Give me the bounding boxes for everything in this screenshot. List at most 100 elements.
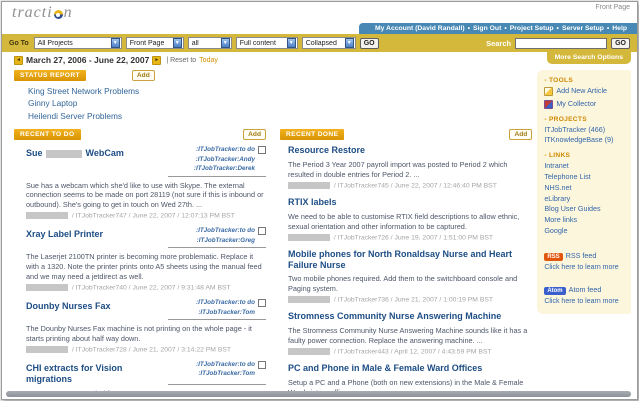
project-select[interactable]: All Projects▼ xyxy=(34,37,122,49)
collapse-select-value: Collapsed xyxy=(303,40,345,47)
sidebar-tool-my-collector[interactable]: My Collector xyxy=(544,99,626,110)
chevron-down-icon[interactable]: ▼ xyxy=(287,38,296,48)
done-item-meta-text: / ITJobTracker443 / April 12, 2007 / 4:4… xyxy=(332,348,492,355)
nav-link-server-setup[interactable]: Server Setup xyxy=(562,25,604,32)
status-report-section: STATUS REPORT Add King Street Network Pr… xyxy=(14,70,532,122)
tag-link[interactable]: :ITJobTracker:to do xyxy=(194,145,255,154)
rss-feed-learn-more-link[interactable]: Click here to learn more xyxy=(544,264,626,271)
atom-feed-row: Atom Atom feed Click here to learn more xyxy=(544,279,626,305)
recent-done-add-button[interactable]: Add xyxy=(509,129,532,140)
sidebar-project-link[interactable]: ITKnowledgeBase (9) xyxy=(544,135,626,146)
collapse-select[interactable]: Collapsed▼ xyxy=(302,37,356,49)
todo-checkbox[interactable] xyxy=(258,299,266,307)
redacted-text xyxy=(46,150,82,158)
status-report-link[interactable]: King Street Network Problems xyxy=(28,85,532,97)
prev-date-icon[interactable]: ◄ xyxy=(14,56,23,65)
redacted-author xyxy=(288,296,330,303)
status-report-link[interactable]: Ginny Laptop xyxy=(28,97,532,109)
recent-todo-add-button[interactable]: Add xyxy=(243,129,266,140)
atom-feed-link[interactable]: Atom feed xyxy=(569,285,602,294)
done-item-title[interactable]: Mobile phones for North Ronaldsay Nurse … xyxy=(288,249,532,271)
text-segment: Sue xyxy=(26,148,45,158)
todo-item-head: Dounby Nurses Fax :ITJobTracker:to do:IT… xyxy=(26,298,266,320)
todo-item-meta: / ITJobTracker728 / June 21, 2007 / 3:14… xyxy=(26,346,266,353)
more-search-options-button[interactable]: More Search Options xyxy=(547,52,631,64)
nav-link-my-account-david-randall-[interactable]: My Account (David Randall) xyxy=(375,25,465,32)
sidebar-tool-add-new-article[interactable]: Add New Article xyxy=(544,86,626,97)
nav-link-help[interactable]: Help xyxy=(612,25,627,32)
done-item-title[interactable]: RTIX labels xyxy=(288,197,532,208)
right-sidebar: TOOLS Add New ArticleMy Collector PROJEC… xyxy=(537,70,631,400)
todo-checkbox[interactable] xyxy=(258,227,266,235)
atom-feed-badge[interactable]: Atom xyxy=(544,287,565,295)
todo-item-title[interactable]: Sue WebCam xyxy=(26,145,124,176)
account-nav: My Account (David Randall)•Sign Out•Proj… xyxy=(359,23,637,34)
status-report-add-button[interactable]: Add xyxy=(132,70,155,81)
done-item-title[interactable]: Stromness Community Nurse Answering Mach… xyxy=(288,311,532,322)
tag-link[interactable]: :ITJobTracker:Andy xyxy=(194,155,255,164)
tag-links: :ITJobTracker:to do:ITJobTracker:Andy:IT… xyxy=(194,145,255,173)
chevron-down-icon[interactable]: ▼ xyxy=(221,38,230,48)
chevron-down-icon[interactable]: ▼ xyxy=(345,38,354,48)
go-button[interactable]: GO xyxy=(360,38,379,49)
sidebar-link[interactable]: Blog User Guides xyxy=(544,204,626,215)
sidebar-link[interactable]: Google xyxy=(544,226,626,237)
done-item-meta-text: / ITJobTracker726 / June 19, 2007 / 1:51… xyxy=(332,234,493,241)
sidebar-projects-header: PROJECTS xyxy=(544,116,626,123)
status-report-header: STATUS REPORT Add xyxy=(14,70,532,81)
tag-link[interactable]: :ITJobTracker:Tom xyxy=(196,369,255,378)
status-report-link[interactable]: Heilendi Server Problems xyxy=(28,110,532,122)
next-date-icon[interactable]: ► xyxy=(152,56,161,65)
content-columns: STATUS REPORT Add King Street Network Pr… xyxy=(14,70,532,400)
rss-feed-link[interactable]: RSS feed xyxy=(566,251,597,260)
rss-feed-badge[interactable]: RSS xyxy=(544,253,562,261)
logo-text-post: n xyxy=(64,4,73,22)
sidebar-link[interactable]: eLibrary xyxy=(544,194,626,205)
browser-window: tractin Front Page My Account (David Ran… xyxy=(1,1,638,400)
todo-item-title[interactable]: Xray Label Printer xyxy=(26,226,103,248)
search-go-button[interactable]: GO xyxy=(611,38,630,49)
tag-link[interactable]: :ITJobTracker:Derek xyxy=(194,164,255,173)
tag-link[interactable]: :ITJobTracker:to do xyxy=(196,298,255,307)
done-item-title[interactable]: Resource Restore xyxy=(288,145,532,156)
tag-link[interactable]: :ITJobTracker:Greg xyxy=(196,236,255,245)
todo-item-body: Sue has a webcam which she'd like to use… xyxy=(26,181,266,211)
content-select[interactable]: Full content▼ xyxy=(236,37,298,49)
nav-separator: • xyxy=(557,25,559,32)
sidebar-project-link[interactable]: ITJobTracker (466) xyxy=(544,125,626,136)
nav-link-sign-out[interactable]: Sign Out xyxy=(473,25,501,32)
todo-item-meta-text: / ITJobTracker728 / June 21, 2007 / 3:14… xyxy=(70,346,231,353)
text-segment: WebCam xyxy=(83,148,124,158)
sidebar-link[interactable]: Telephone List xyxy=(544,172,626,183)
sidebar-link[interactable]: NHS.net xyxy=(544,183,626,194)
today-link[interactable]: Today xyxy=(199,57,218,64)
text-segment: Sue has a webcam which she'd like to use… xyxy=(26,181,264,210)
todo-item-title[interactable]: CHI extracts for Vision migrations xyxy=(26,360,168,385)
nav-separator: • xyxy=(607,25,609,32)
todo-item-head: Sue WebCam :ITJobTracker:to do:ITJobTrac… xyxy=(26,145,266,176)
tag-link[interactable]: :ITJobTracker:to do xyxy=(196,226,255,235)
todo-item-title[interactable]: Dounby Nurses Fax xyxy=(26,298,111,320)
sidebar-link[interactable]: More links xyxy=(544,215,626,226)
search-label: Search xyxy=(486,39,511,48)
sidebar-panel: TOOLS Add New ArticleMy Collector PROJEC… xyxy=(537,70,631,314)
chevron-down-icon[interactable]: ▼ xyxy=(111,38,120,48)
sidebar-link[interactable]: Intranet xyxy=(544,161,626,172)
atom-feed-learn-more-link[interactable]: Click here to learn more xyxy=(544,298,626,305)
view-select[interactable]: Front Page▼ xyxy=(126,37,184,49)
tag-link[interactable]: :ITJobTracker:Tom xyxy=(196,308,255,317)
main-toolbar: Go To All Projects▼Front Page▼all▼Full c… xyxy=(2,34,637,52)
recent-done-list: Resource Restore The Period 3 Year 2007 … xyxy=(280,145,532,400)
todo-item-meta-text: / ITJobTracker747 / June 22, 2007 / 12:0… xyxy=(70,212,235,219)
todo-checkbox[interactable] xyxy=(258,146,266,154)
new-article-icon xyxy=(544,87,553,96)
scope-select[interactable]: all▼ xyxy=(188,37,232,49)
done-item-title[interactable]: PC and Phone in Male & Female Ward Offic… xyxy=(288,363,532,374)
traction-logo[interactable]: tractin xyxy=(12,4,73,22)
tag-link[interactable]: :ITJobTracker:to do xyxy=(196,360,255,369)
done-item-meta: / ITJobTracker736 / June 21, 2007 / 1:00… xyxy=(288,296,532,303)
nav-link-project-setup[interactable]: Project Setup xyxy=(510,25,554,32)
chevron-down-icon[interactable]: ▼ xyxy=(173,38,182,48)
search-input[interactable] xyxy=(515,38,607,49)
todo-checkbox[interactable] xyxy=(258,361,266,369)
